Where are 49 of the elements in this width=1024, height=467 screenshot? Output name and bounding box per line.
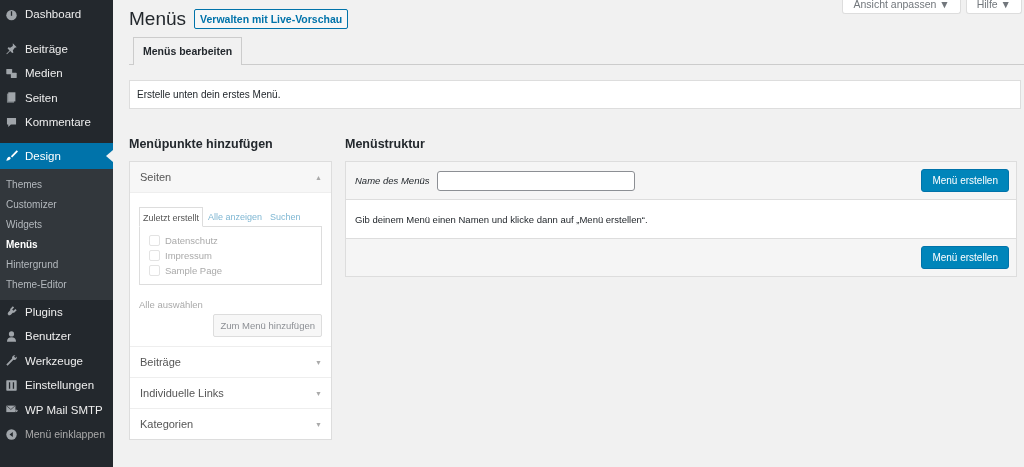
page-label: Impressum <box>165 250 212 261</box>
sidebar-item[interactable]: Dashboard <box>0 2 113 27</box>
submenu-item[interactable]: Hintergrund <box>0 255 113 276</box>
gauge-icon <box>5 7 18 21</box>
media-icon <box>5 66 18 80</box>
pages-icon <box>5 91 18 105</box>
submenu-item[interactable]: Widgets <box>0 214 113 236</box>
submenu-item[interactable]: Themes <box>0 174 113 195</box>
screen-options-tab[interactable]: Ansicht anpassen ▼ <box>842 0 961 14</box>
sidebar-item[interactable]: Design <box>0 142 113 169</box>
page-title: Menüs <box>129 8 187 30</box>
sidebar-item[interactable]: WP Mail SMTP <box>0 397 113 423</box>
screen-options-tab[interactable]: Hilfe ▼ <box>965 0 1022 14</box>
speech-bubble-icon <box>5 115 18 129</box>
page-label: Sample Page <box>165 265 223 276</box>
field-label: Name des Menüs <box>355 175 430 186</box>
sidebar-item[interactable]: Seiten <box>0 85 113 110</box>
sliders-icon <box>5 378 18 392</box>
create-menu-button[interactable]: Menü erstellen <box>921 169 1009 192</box>
menu-name-field[interactable] <box>437 170 636 191</box>
wrench-icon <box>5 354 18 368</box>
nav-tab[interactable]: Menüs bearbeiten <box>133 37 243 65</box>
sidebar-item[interactable]: Benutzer <box>0 324 113 349</box>
checkbox[interactable] <box>149 235 160 246</box>
hint-text: Gib deinem Menü einen Namen und klicke dann auf „Menü erstellen“. <box>355 213 648 225</box>
pin-icon <box>5 42 18 56</box>
sub-tab[interactable]: Zuletzt erstellt <box>139 207 204 227</box>
collapse-menu-button[interactable]: Menü einklappen <box>0 422 113 447</box>
collapse-icon <box>5 427 18 441</box>
section-heading: Menüstruktur <box>345 137 426 151</box>
sidebar-item[interactable]: Medien <box>0 61 113 86</box>
submenu-item[interactable]: Theme-Editor <box>0 275 113 296</box>
sidebar-item[interactable]: Kommentare <box>0 110 113 135</box>
sidebar-item[interactable]: Einstellungen <box>0 373 113 398</box>
create-menu-button[interactable]: Menü erstellen <box>921 246 1009 269</box>
checkbox[interactable] <box>149 250 160 261</box>
person-icon <box>5 329 18 343</box>
sidebar-item[interactable]: Werkzeuge <box>0 348 113 374</box>
checkbox[interactable] <box>149 265 160 276</box>
submenu-item[interactable]: Menüs <box>0 235 113 256</box>
submenu-item[interactable]: Customizer <box>0 194 113 215</box>
brush-icon <box>5 149 18 162</box>
current-item-pointer-icon <box>106 149 113 162</box>
live-preview-button[interactable]: Verwalten mit Live-Vorschau <box>194 9 349 29</box>
sidebar-item[interactable]: Plugins <box>0 299 113 325</box>
sidebar-item[interactable]: Beiträge <box>0 36 113 61</box>
notice-text: Erstelle unten dein erstes Menü. <box>137 89 281 100</box>
section-heading: Menüpunkte hinzufügen <box>129 137 274 151</box>
page-label: Datenschutz <box>165 235 218 246</box>
